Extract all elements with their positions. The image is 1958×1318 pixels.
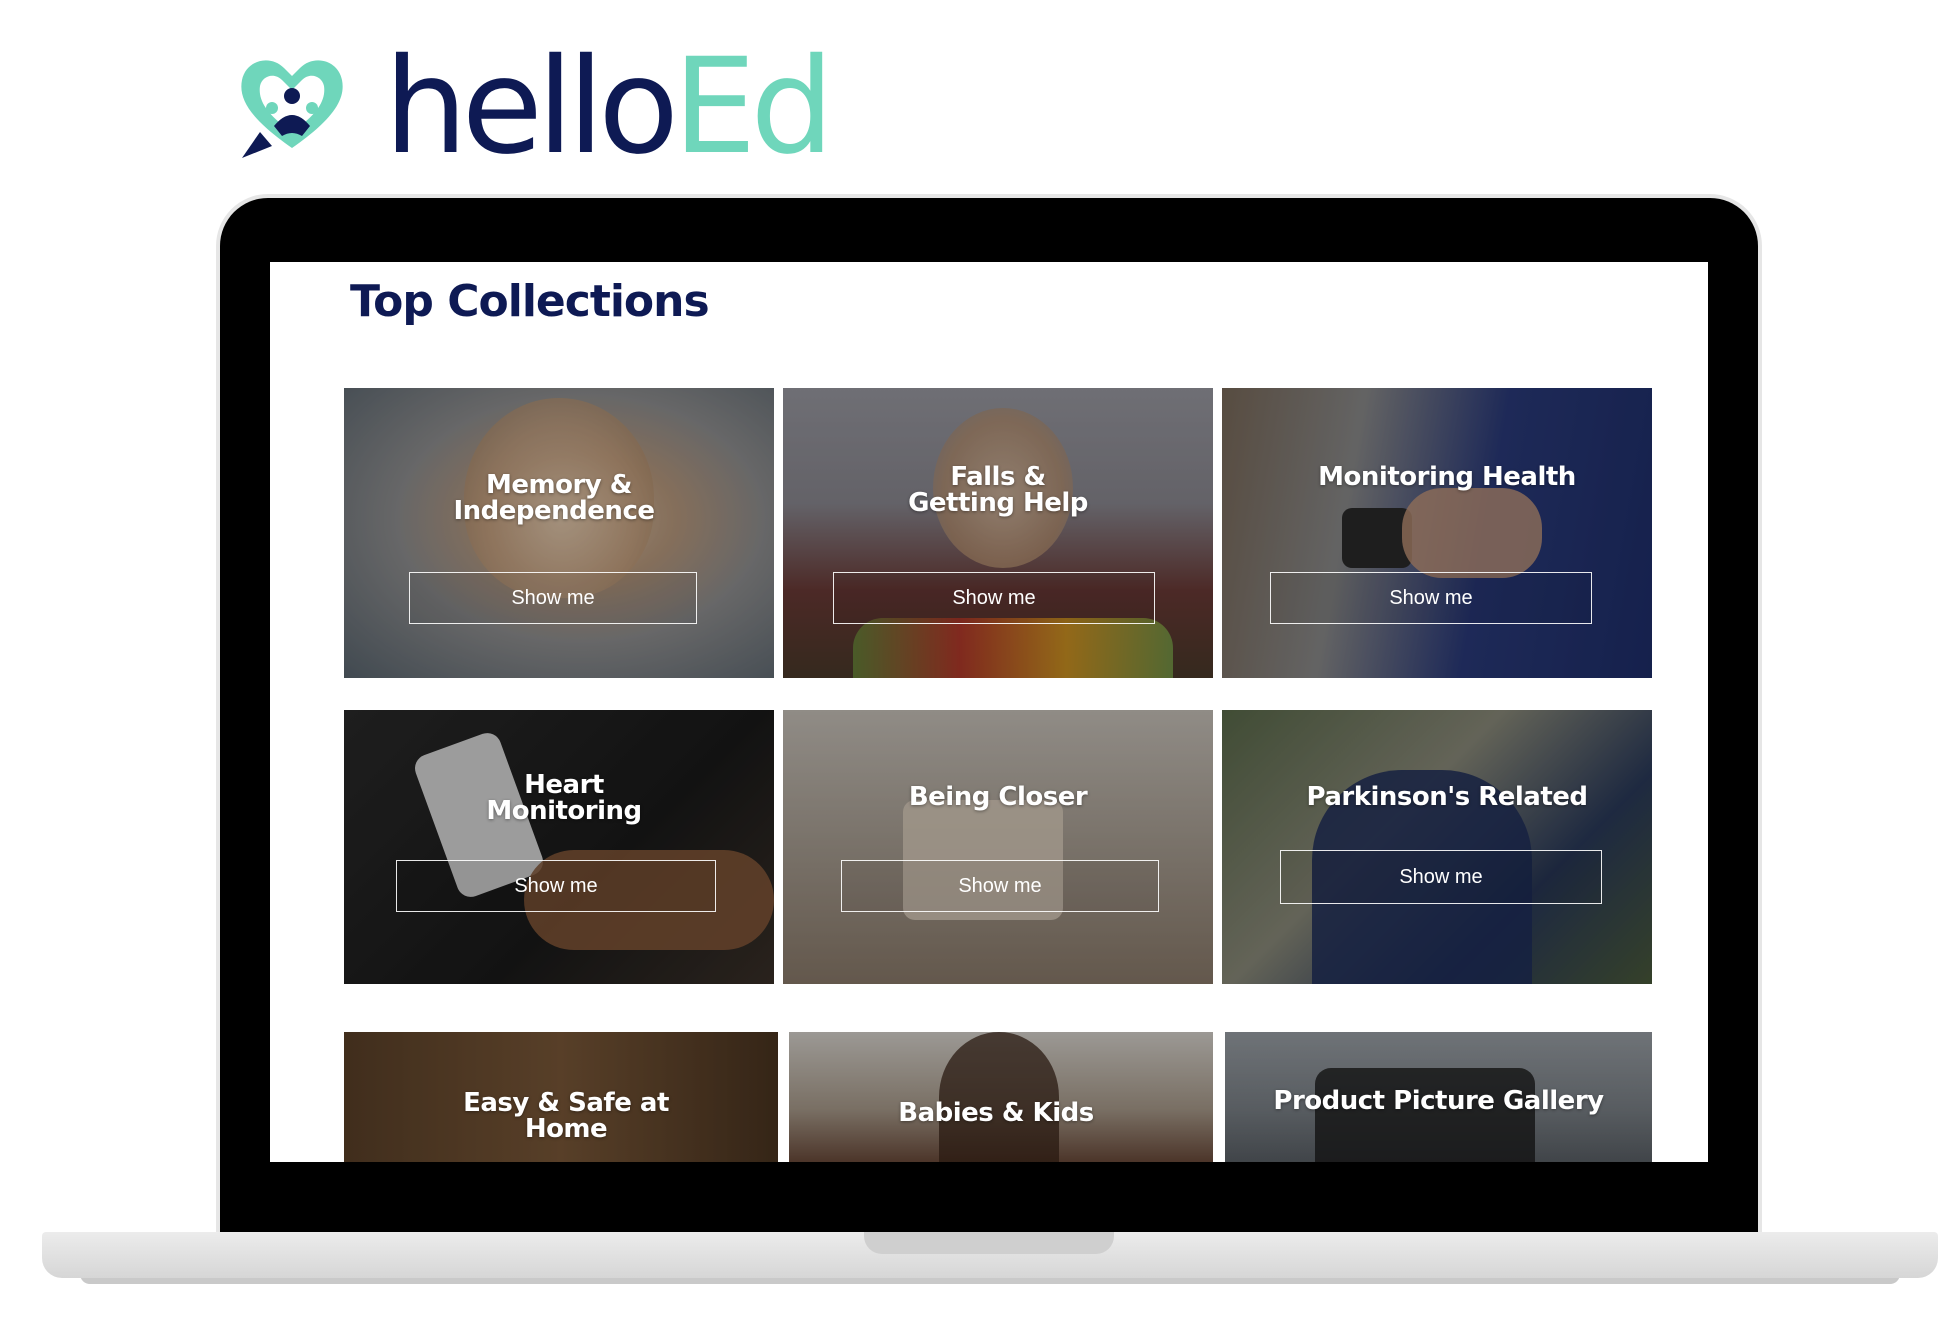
laptop-screen: Top Collections Memory & Independence Sh…	[270, 262, 1708, 1162]
card-title-line1: Heart	[524, 770, 604, 800]
card-title-line1: Being Closer	[908, 782, 1088, 812]
collection-card-parkinsons[interactable]: Parkinson's Related Show me	[1222, 710, 1652, 984]
card-title-line1: Easy & Safe at	[463, 1088, 669, 1118]
logo-word-hello: hello	[384, 30, 679, 184]
card-title-line2: Home	[524, 1114, 608, 1144]
show-me-button[interactable]: Show me	[833, 572, 1155, 624]
logo-wordmark: helloEd	[384, 41, 834, 173]
card-title-line2: Monitoring	[486, 796, 642, 826]
show-me-button[interactable]: Show me	[841, 860, 1159, 912]
card-title-line1: Product Picture Gallery	[1273, 1086, 1604, 1116]
page-title: Top Collections	[350, 276, 710, 327]
collection-card-heart[interactable]: Heart Monitoring Show me	[344, 710, 774, 984]
card-title-line1: Babies & Kids	[898, 1098, 1094, 1128]
show-me-button[interactable]: Show me	[1280, 850, 1602, 904]
show-me-button[interactable]: Show me	[409, 572, 697, 624]
heart-people-logo-icon	[241, 60, 343, 158]
collection-card-monitoring-health[interactable]: Monitoring Health Show me	[1222, 388, 1652, 678]
laptop-notch	[864, 1232, 1114, 1254]
card-title-line1: Memory &	[486, 470, 632, 500]
collection-card-product-gallery[interactable]: Product Picture Gallery	[1225, 1032, 1652, 1162]
card-title-line1: Parkinson's Related	[1306, 782, 1588, 812]
card-title-line2: Getting Help	[908, 488, 1088, 518]
collection-card-easy-safe-home[interactable]: Easy & Safe at Home	[344, 1032, 778, 1162]
collection-card-being-closer[interactable]: Being Closer Show me	[783, 710, 1213, 984]
card-title-line2: Independence	[453, 496, 655, 526]
collection-card-falls[interactable]: Falls & Getting Help Show me	[783, 388, 1213, 678]
logo-word-ed: Ed	[672, 30, 834, 184]
show-me-button[interactable]: Show me	[396, 860, 716, 912]
card-title-line1: Falls &	[950, 462, 1046, 492]
collection-card-babies-kids[interactable]: Babies & Kids	[789, 1032, 1213, 1162]
card-title-line1: Monitoring Health	[1318, 462, 1576, 492]
show-me-button[interactable]: Show me	[1270, 572, 1592, 624]
helloed-logo[interactable]: helloEd	[232, 41, 834, 173]
collection-card-memory[interactable]: Memory & Independence Show me	[344, 388, 774, 678]
